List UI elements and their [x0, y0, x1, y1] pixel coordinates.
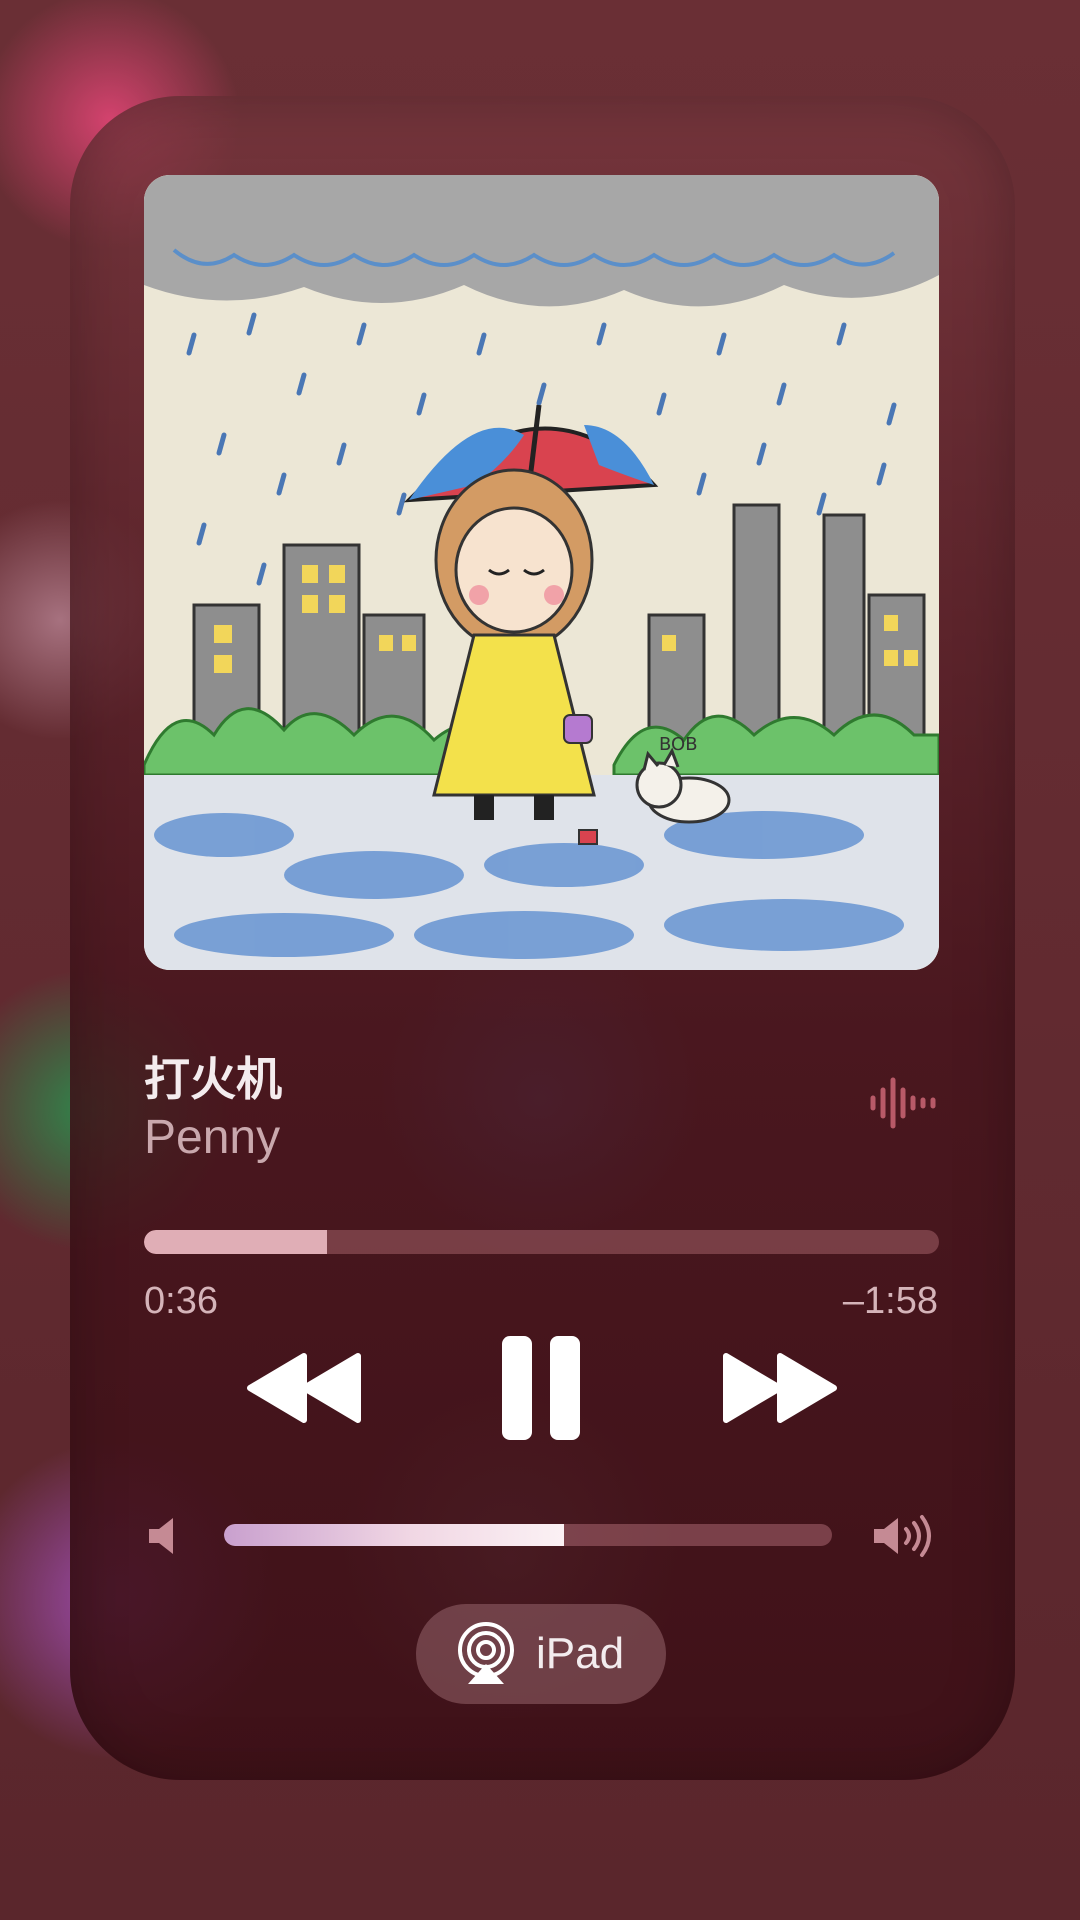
rewind-button[interactable] [246, 1352, 364, 1424]
backward-icon [247, 1353, 361, 1423]
track-artist[interactable]: Penny [144, 1110, 280, 1165]
airplay-device-label: iPad [536, 1629, 625, 1678]
volume-fill [224, 1524, 565, 1546]
pause-icon [502, 1336, 580, 1440]
progress-fill [144, 1230, 327, 1254]
airplay-device-button[interactable]: iPad [416, 1604, 666, 1704]
volume-slider[interactable] [224, 1524, 832, 1546]
forward-button[interactable] [720, 1352, 838, 1424]
elapsed-time: 0:36 [144, 1280, 218, 1322]
album-artwork: BOB [144, 175, 939, 970]
remaining-time: –1:58 [842, 1280, 938, 1322]
volume-low-icon [149, 1518, 173, 1554]
artwork-badge-text: BOB [659, 734, 698, 755]
audio-waveform-icon [870, 1077, 936, 1129]
forward-icon [723, 1353, 837, 1423]
volume-high-icon [874, 1515, 931, 1557]
playback-progress-slider[interactable] [144, 1230, 939, 1254]
airplay-icon [458, 1622, 514, 1684]
pause-button[interactable] [500, 1334, 582, 1442]
track-title: 打火机 [144, 1053, 282, 1105]
